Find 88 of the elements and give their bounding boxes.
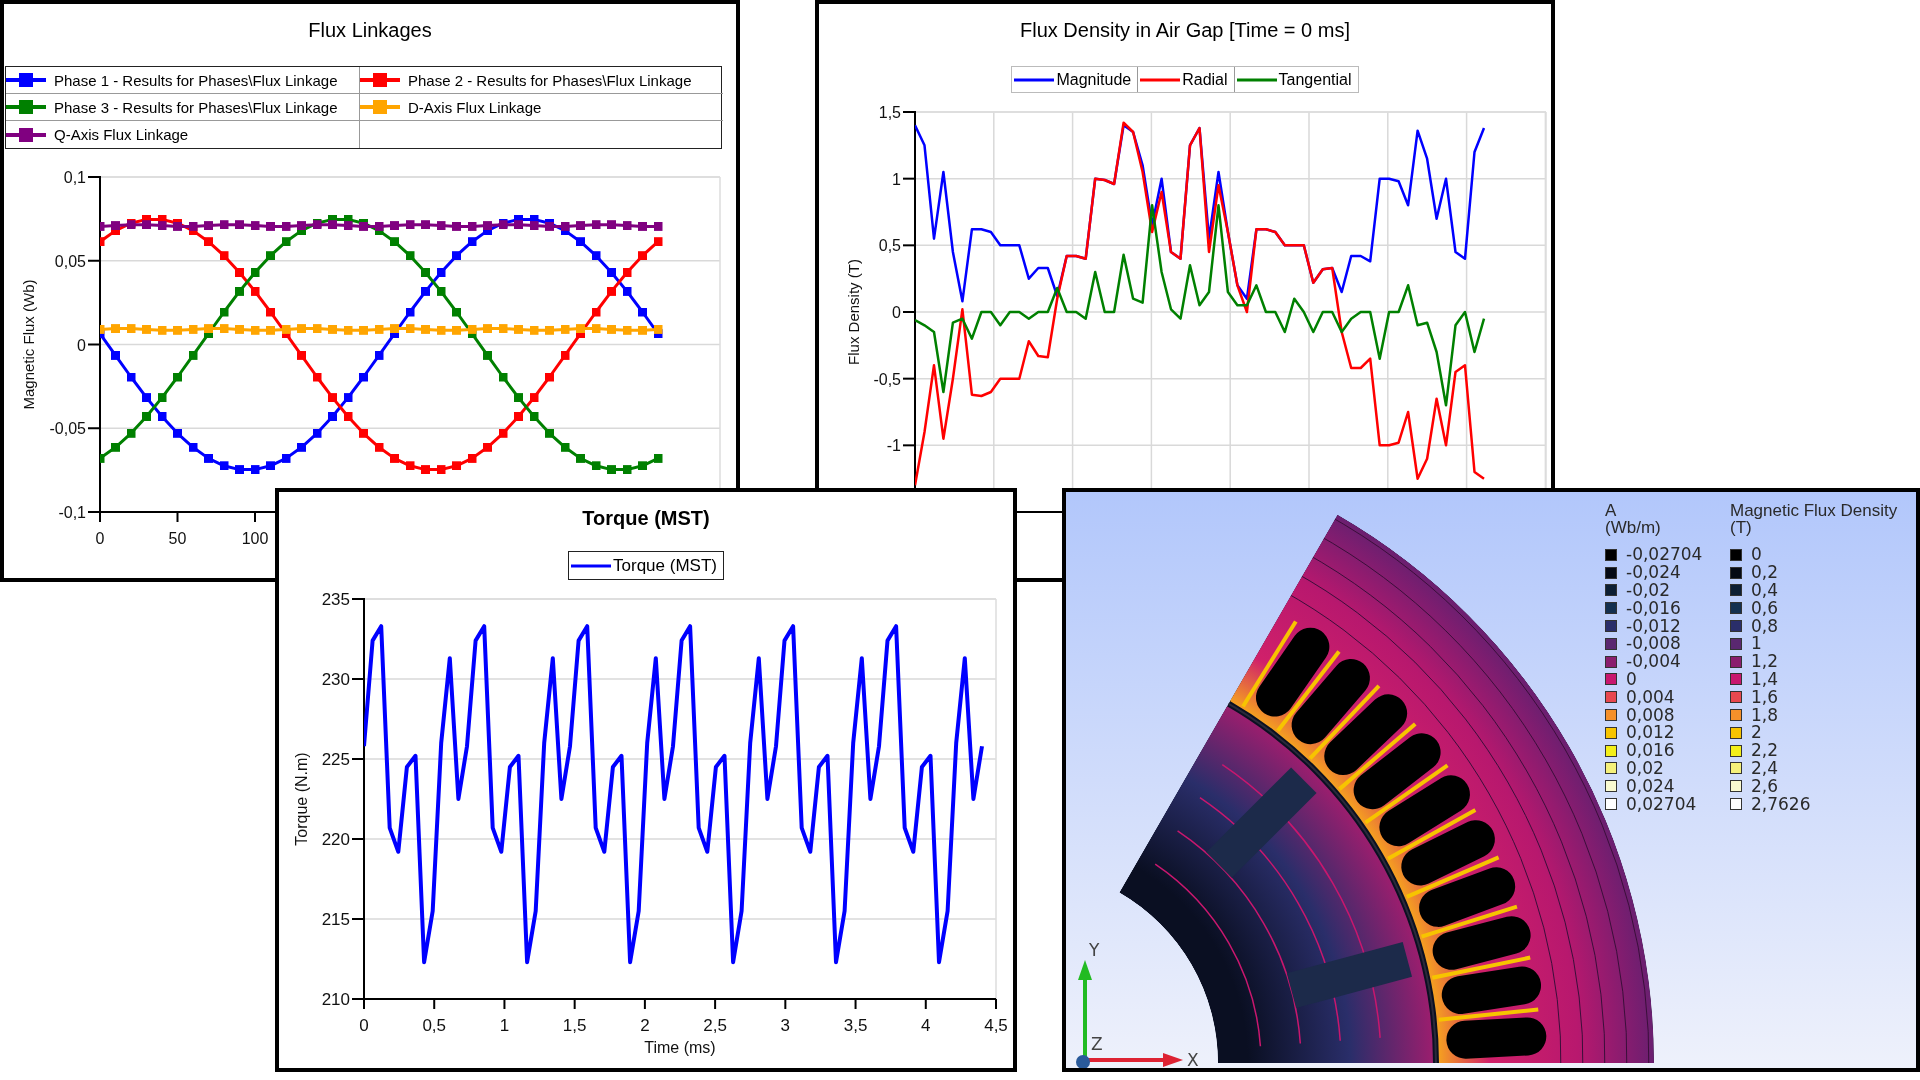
legend-label: Phase 1 - Results for Phases\Flux Linkage: [54, 71, 338, 89]
legend-value: 0,004: [1626, 688, 1675, 706]
legend-value: 0,02704: [1626, 795, 1697, 813]
legend-label: Phase 3 - Results for Phases\Flux Linkage: [54, 98, 338, 116]
axis-tick-label: 0,05: [54, 252, 86, 270]
axis-title: Magnetic Flux (Wb): [20, 279, 37, 410]
legend-value: 1,2: [1751, 653, 1779, 671]
legend-title: Magnetic Flux Density: [1730, 502, 1898, 519]
axis-tick-label: -0,5: [873, 370, 901, 388]
legend-value: -0,02704: [1626, 546, 1703, 564]
legend-value: 1,6: [1751, 688, 1779, 706]
legend-value: 0,2: [1751, 564, 1779, 582]
legend-value: 0,016: [1626, 742, 1675, 760]
legend-swatch: [6, 100, 46, 114]
axis-tick-label: 0,5: [878, 237, 901, 255]
legend-value: 1: [1751, 635, 1762, 653]
legend-unit: (T): [1730, 519, 1752, 536]
axis-label: Z: [1091, 1034, 1103, 1054]
legend-value: 2,6: [1751, 777, 1779, 795]
legend-swatch: [6, 127, 46, 142]
axis-tick-label: 2,5: [703, 1016, 727, 1035]
chart-title: Flux Density in Air Gap [Time = 0 ms]: [1019, 17, 1351, 43]
legend-swatch: [6, 73, 46, 87]
axis-tick-label: 1,5: [562, 1016, 587, 1035]
legend-value: 2,2: [1751, 742, 1779, 760]
legend-value: 0: [1626, 670, 1637, 688]
legend-swatch: [360, 100, 400, 114]
axis-tick-label: 1: [499, 1016, 510, 1035]
legend-label: Magnitude: [1056, 70, 1132, 89]
chart-title: Torque (MST): [581, 505, 711, 531]
axis-label: Y: [1089, 940, 1100, 960]
axis-tick-label: 50: [168, 530, 187, 547]
legend-value: -0,016: [1626, 599, 1681, 617]
legend-value: 0,8: [1751, 617, 1779, 635]
axis-tick-label: 3: [780, 1016, 791, 1035]
axis-tick-label: -0,1: [58, 504, 86, 521]
legend-value: 0,012: [1626, 724, 1675, 742]
axis-tick-label: 1: [892, 170, 901, 188]
axis-tick-label: 0: [359, 1016, 369, 1035]
legend-value: 0: [1751, 546, 1762, 564]
axis-tick-label: 220: [321, 830, 350, 849]
legend-value: 0,008: [1626, 706, 1675, 724]
axis-label: X: [1187, 1050, 1199, 1068]
axis-title: Flux Density (T): [845, 259, 862, 365]
axis-tick-label: -0,05: [49, 420, 86, 438]
legend-value: -0,004: [1626, 653, 1681, 671]
axis-tick-label: 0,1: [63, 169, 86, 186]
legend-label: Torque (MST): [613, 555, 717, 576]
axis-tick-label: 235: [321, 590, 350, 609]
legend-label: D-Axis Flux Linkage: [408, 98, 542, 116]
legend-label: Q-Axis Flux Linkage: [54, 126, 189, 143]
legend-value: 2,7626: [1751, 795, 1811, 813]
axis-tick-label: 4: [921, 1016, 931, 1035]
axis-tick-label: -1: [886, 437, 901, 455]
legend-value: -0,02: [1626, 582, 1670, 599]
legend-value: 1,4: [1751, 670, 1779, 688]
legend-title: A: [1605, 502, 1618, 519]
axis-tick-label: 0: [77, 336, 86, 354]
axis-tick-label: 2: [640, 1016, 650, 1035]
axis-tick-label: 225: [321, 750, 350, 769]
legend-value: 0,4: [1751, 582, 1779, 599]
legend-swatch: [360, 73, 400, 87]
legend-label: Tangential: [1278, 70, 1352, 89]
legend-value: -0,024: [1626, 564, 1681, 582]
axis-tick-label: 4,5: [984, 1016, 1008, 1035]
axis-tick-label: 0: [95, 530, 105, 547]
chart-title: Flux Linkages: [307, 17, 433, 43]
axis-title: Time (ms): [644, 1039, 716, 1056]
legend-value: -0,008: [1626, 635, 1681, 653]
axis-tick-label: 3,5: [843, 1016, 868, 1035]
legend-value: 0,6: [1751, 599, 1779, 617]
axis-tick-label: 0,5: [422, 1016, 447, 1035]
axis-title: Torque (N.m): [293, 752, 310, 846]
legend-value: -0,012: [1626, 617, 1681, 635]
axis-tick-label: 100: [241, 530, 269, 547]
axis-tick-label: 215: [321, 910, 350, 929]
legend-label: Phase 2 - Results for Phases\Flux Linkage: [408, 71, 692, 89]
axis-tick-label: 0: [892, 304, 901, 321]
axis-tick-label: 1,5: [878, 104, 901, 121]
legend-unit: (Wb/m): [1605, 519, 1662, 536]
legend-value: 0,02: [1626, 759, 1664, 777]
legend-value: 2: [1751, 724, 1762, 742]
legend-value: 1,8: [1751, 706, 1779, 724]
legend-value: 2,4: [1751, 759, 1779, 777]
axis-tick-label: 210: [321, 990, 350, 1009]
axis-tick-label: 230: [321, 670, 350, 689]
legend-label: Radial: [1182, 70, 1228, 89]
legend-value: 0,024: [1626, 777, 1675, 795]
